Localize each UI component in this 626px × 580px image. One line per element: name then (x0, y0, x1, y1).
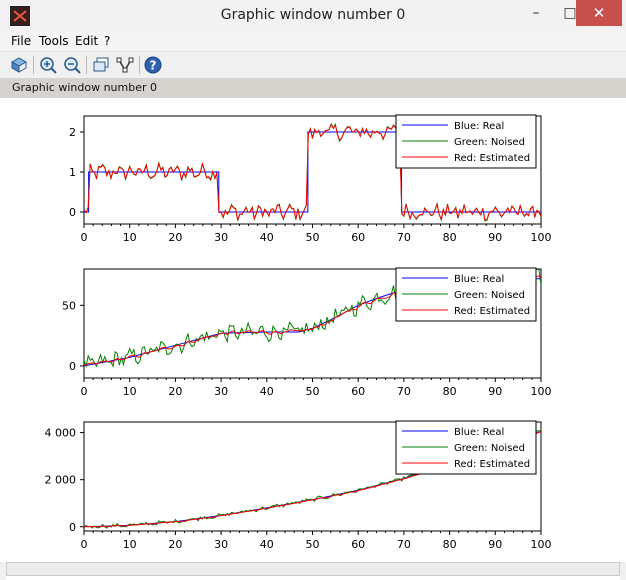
legend: Blue: Real Green: Noised Red: Estimated (395, 114, 537, 169)
menu-bar: File Tools Edit ? (0, 31, 626, 51)
legend: Blue: Real Green: Noised Red: Estimated (395, 267, 537, 322)
x-tick-label: 60 (351, 538, 365, 551)
edit-curve-icon (116, 57, 134, 73)
x-tick-label: 0 (81, 231, 88, 244)
x-tick-label: 40 (260, 538, 274, 551)
legend-label: Blue: Real (454, 121, 504, 132)
x-tick-label: 10 (123, 231, 137, 244)
legend-label: Red: Estimated (454, 153, 530, 164)
x-tick-label: 100 (531, 538, 552, 551)
x-tick-label: 50 (306, 231, 320, 244)
datatip-button[interactable] (91, 55, 111, 75)
status-bar (6, 562, 620, 576)
y-tick-label: 1 (69, 166, 76, 179)
menu-help[interactable]: ? (104, 34, 110, 48)
x-tick-label: 50 (306, 385, 320, 398)
legend-label: Red: Estimated (454, 459, 530, 470)
graphic-window: Graphic window number 0 – □ ✕ File Tools… (0, 0, 626, 580)
menu-file[interactable]: File (11, 34, 31, 48)
legend: Blue: Real Green: Noised Red: Estimated (395, 420, 537, 475)
toolbar-separator (139, 56, 140, 74)
x-tick-label: 0 (81, 385, 88, 398)
toolbar-separator (33, 56, 34, 74)
toolbar: ? (0, 51, 626, 79)
toolbar-separator (86, 56, 87, 74)
rotate-icon (10, 57, 28, 73)
zoom-in-icon (40, 57, 57, 74)
x-tick-label: 0 (81, 538, 88, 551)
x-tick-label: 70 (397, 385, 411, 398)
help-button[interactable]: ? (143, 55, 163, 75)
figure-svg[interactable]: 0 10 20 30 40 50 60 70 80 90 100012 Blue: RealGreen… (0, 98, 626, 562)
menu-edit[interactable]: Edit (75, 34, 98, 48)
x-tick-label: 10 (123, 385, 137, 398)
y-tick-label: 50 (62, 299, 76, 312)
info-bar: Graphic window number 0 (0, 78, 626, 98)
y-tick-label: 0 (69, 360, 76, 373)
y-tick-label: 2 (69, 126, 76, 139)
plot-2[interactable]: 0 10 20 30 40 50 60 70 80 90 100 0 50 Blue: Real Green… (62, 267, 552, 398)
y-tick-label: 2 000 (45, 474, 77, 487)
legend-label: Red: Estimated (454, 306, 530, 317)
edit-curve-button[interactable] (115, 55, 135, 75)
y-tick-label: 4 000 (45, 427, 77, 440)
plot-1[interactable]: 0 10 20 30 40 50 60 70 80 90 100 0 1 2 Blue: Real Green… (69, 114, 552, 244)
x-tick-label: 70 (397, 538, 411, 551)
figure-canvas[interactable]: 0 10 20 30 40 50 60 70 80 90 100 0 1 2 Blue: Real Green… (0, 98, 626, 562)
legend-label: Green: Noised (454, 137, 525, 148)
menu-tools[interactable]: Tools (39, 34, 69, 48)
close-icon: ✕ (592, 4, 606, 22)
x-tick-label: 30 (214, 385, 228, 398)
x-tick-label: 20 (168, 538, 182, 551)
info-bar-label: Graphic window number 0 (12, 81, 157, 94)
close-button[interactable]: ✕ (576, 0, 622, 26)
x-tick-label: 90 (488, 538, 502, 551)
x-tick-label: 40 (260, 385, 274, 398)
svg-text:?: ? (150, 59, 157, 73)
x-tick-label: 20 (168, 385, 182, 398)
x-tick-label: 80 (443, 538, 457, 551)
x-tick-label: 50 (306, 538, 320, 551)
legend-label: Green: Noised (454, 443, 525, 454)
legend-label: Green: Noised (454, 290, 525, 301)
maximize-icon: □ (563, 5, 577, 21)
legend-label: Blue: Real (454, 274, 504, 285)
zoom-in-button[interactable] (38, 55, 58, 75)
rotate-button[interactable] (9, 55, 29, 75)
x-tick-label: 10 (123, 538, 137, 551)
x-tick-label: 90 (488, 231, 502, 244)
y-tick-label: 0 (69, 206, 76, 219)
plot-3[interactable]: 0 10 20 30 40 50 60 70 80 90 100 0 2 000 4 000 Blue: R… (45, 420, 552, 551)
x-tick-label: 70 (397, 231, 411, 244)
x-tick-label: 100 (531, 385, 552, 398)
x-tick-label: 80 (443, 385, 457, 398)
y-tick-label: 0 (69, 521, 76, 534)
datatip-icon (93, 57, 109, 72)
x-tick-label: 80 (443, 231, 457, 244)
title-bar[interactable]: Graphic window number 0 – □ ✕ (0, 0, 626, 32)
x-tick-label: 20 (168, 231, 182, 244)
zoom-out-icon (64, 57, 81, 74)
x-tick-label: 60 (351, 385, 365, 398)
x-tick-label: 40 (260, 231, 274, 244)
x-tick-label: 100 (531, 231, 552, 244)
legend-label: Blue: Real (454, 427, 504, 438)
zoom-out-button[interactable] (62, 55, 82, 75)
minimize-icon: – (532, 5, 540, 21)
help-icon: ? (144, 56, 162, 74)
x-tick-label: 30 (214, 538, 228, 551)
x-tick-label: 90 (488, 385, 502, 398)
x-tick-label: 30 (214, 231, 228, 244)
x-tick-label: 60 (351, 231, 365, 244)
